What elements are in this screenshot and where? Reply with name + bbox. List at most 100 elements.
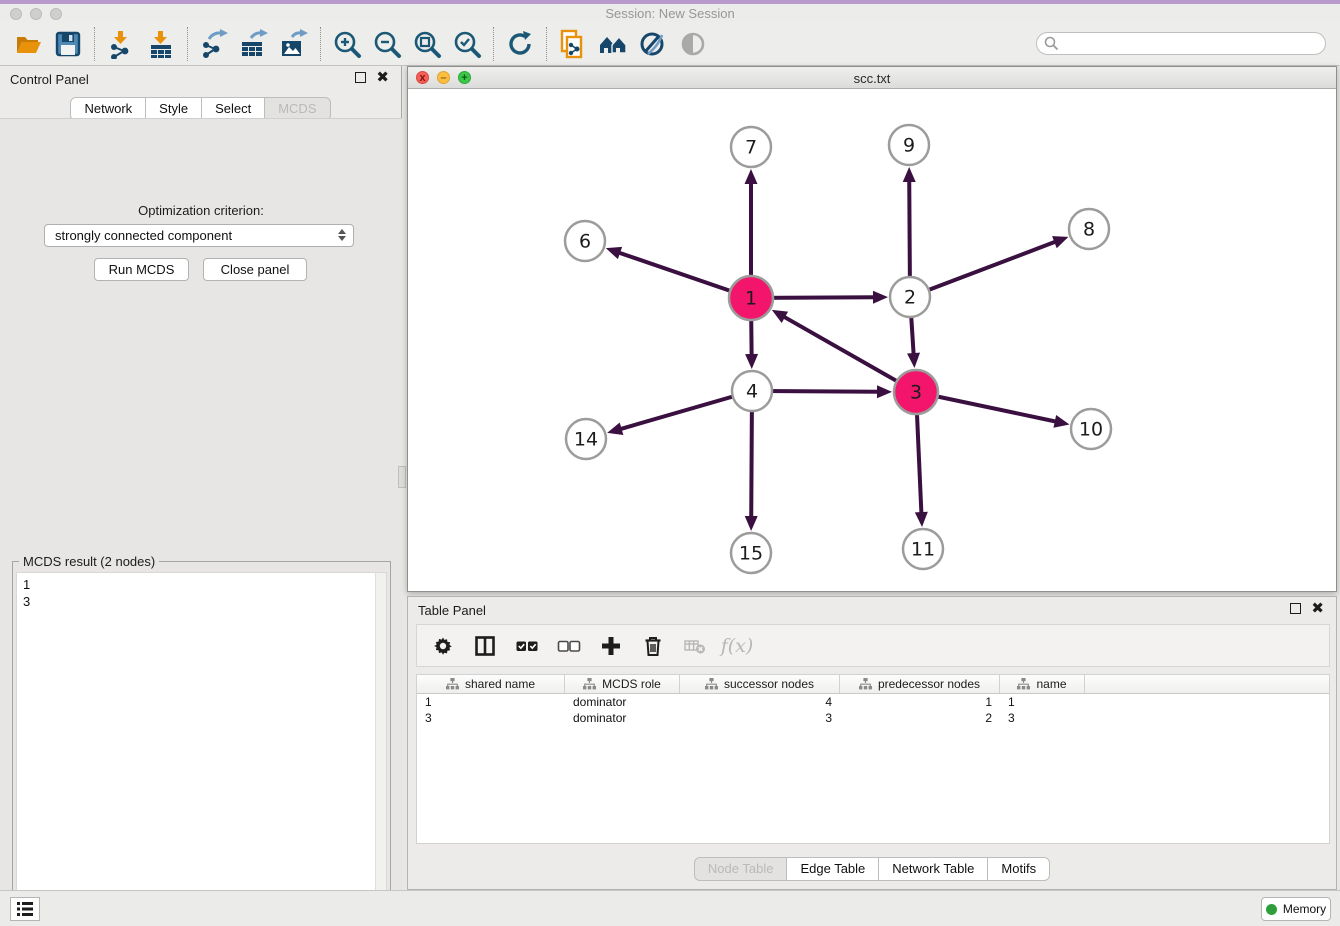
zoom-fit-button[interactable] <box>407 25 447 63</box>
result-scrollbar[interactable] <box>375 573 386 926</box>
export-image-icon <box>279 29 309 59</box>
selected-option: strongly connected component <box>55 228 232 243</box>
edge-arrowhead <box>1052 236 1068 248</box>
network-view-window: x – + scc.txt 7968124314101511 <box>407 66 1337 592</box>
table-cell[interactable]: 2 <box>840 710 1000 726</box>
control-panel-header: Control Panel ✖ <box>0 66 401 92</box>
main-toolbar <box>0 22 1340 66</box>
node-table[interactable]: shared name MCDS rolesuccessor nodesprede… <box>416 674 1330 844</box>
unchecked-boxes-icon <box>557 634 581 658</box>
edge-arrowhead <box>606 247 622 259</box>
optimization-criterion-label: Optimization criterion: <box>0 203 402 218</box>
tab-edge-table[interactable]: Edge Table <box>787 857 879 881</box>
column-header[interactable]: predecessor nodes <box>840 675 1000 693</box>
table-cell[interactable]: 3 <box>680 710 840 726</box>
close-panel-icon[interactable]: ✖ <box>1311 603 1324 614</box>
table-cell[interactable]: 3 <box>417 710 565 726</box>
graph-node-label: 4 <box>746 381 758 403</box>
tab-motifs[interactable]: Motifs <box>988 857 1050 881</box>
home-button[interactable] <box>593 25 633 63</box>
search-input[interactable] <box>1036 32 1326 55</box>
search-field <box>1036 32 1326 55</box>
apply-layout-button[interactable] <box>500 25 540 63</box>
list-icon <box>16 901 34 917</box>
tab-node-table[interactable]: Node Table <box>694 857 788 881</box>
gear-icon <box>431 634 455 658</box>
column-header-label: shared name <box>465 677 535 691</box>
open-folder-icon <box>13 29 43 59</box>
column-header[interactable]: name <box>1000 675 1085 693</box>
table-cell[interactable]: 4 <box>680 694 840 710</box>
delete-table-button[interactable] <box>681 632 709 660</box>
select-all-columns-button[interactable] <box>513 632 541 660</box>
export-network-icon <box>199 29 229 59</box>
float-panel-icon[interactable] <box>355 72 366 83</box>
import-network-button[interactable] <box>101 25 141 63</box>
table-cell[interactable]: dominator <box>565 710 680 726</box>
task-history-button[interactable] <box>10 897 40 921</box>
clone-network-button[interactable] <box>553 25 593 63</box>
memory-button[interactable]: Memory <box>1261 897 1331 921</box>
column-header[interactable]: shared name <box>417 675 565 693</box>
open-session-button[interactable] <box>8 25 48 63</box>
export-network-button[interactable] <box>194 25 234 63</box>
column-type-icon <box>705 678 718 690</box>
save-session-button[interactable] <box>48 25 88 63</box>
table-cell[interactable]: 3 <box>1000 710 1085 726</box>
deselect-all-columns-button[interactable] <box>555 632 583 660</box>
add-column-button[interactable] <box>597 632 625 660</box>
tab-network-table[interactable]: Network Table <box>879 857 988 881</box>
zoom-selected-icon <box>452 29 482 59</box>
import-table-button[interactable] <box>141 25 181 63</box>
toolbar-separator <box>94 27 95 61</box>
table-settings-button[interactable] <box>429 632 457 660</box>
float-panel-icon[interactable] <box>1290 603 1301 614</box>
mcds-result-list[interactable]: 1 3 <box>16 572 387 926</box>
fx-icon: f(x) <box>721 635 754 657</box>
hide-panels-button[interactable] <box>673 25 713 63</box>
column-header[interactable]: successor nodes <box>680 675 840 693</box>
network-window-title: scc.txt <box>408 71 1336 86</box>
style-paint-button[interactable] <box>633 25 673 63</box>
zoom-selected-button[interactable] <box>447 25 487 63</box>
edge-arrowhead <box>745 169 758 184</box>
table-row[interactable]: 1dominator411 <box>417 694 1329 710</box>
table-cell[interactable]: 1 <box>840 694 1000 710</box>
network-window-titlebar[interactable]: x – + scc.txt <box>408 67 1336 89</box>
export-table-button[interactable] <box>234 25 274 63</box>
zoom-out-button[interactable] <box>367 25 407 63</box>
run-mcds-button[interactable]: Run MCDS <box>94 258 189 281</box>
split-view-button[interactable] <box>471 632 499 660</box>
network-canvas[interactable]: 7968124314101511 <box>409 89 1335 591</box>
table-panel: Table Panel ✖ f(x) shared <box>407 596 1337 890</box>
close-panel-button[interactable]: Close panel <box>203 258 307 281</box>
graph-node-label: 14 <box>574 429 598 451</box>
column-header[interactable]: MCDS role <box>565 675 680 693</box>
table-header: shared name MCDS rolesuccessor nodesprede… <box>417 675 1329 694</box>
export-image-button[interactable] <box>274 25 314 63</box>
graph-node-label: 2 <box>904 287 916 309</box>
table-cell[interactable]: 1 <box>417 694 565 710</box>
zoom-out-icon <box>372 29 402 59</box>
close-panel-icon[interactable]: ✖ <box>376 72 389 83</box>
home-icon <box>598 29 628 59</box>
checked-boxes-icon <box>515 634 539 658</box>
edge-arrowhead <box>745 516 758 531</box>
network-graph[interactable]: 7968124314101511 <box>409 89 1335 591</box>
table-cell[interactable]: 1 <box>1000 694 1085 710</box>
memory-status-icon <box>1266 904 1277 915</box>
edge-arrowhead <box>745 354 758 369</box>
edge-arrowhead <box>907 353 920 368</box>
delete-columns-button[interactable] <box>639 632 667 660</box>
panel-splitter-handle[interactable] <box>398 466 406 488</box>
function-builder-button[interactable]: f(x) <box>723 632 751 660</box>
table-cell[interactable]: dominator <box>565 694 680 710</box>
result-line: 3 <box>23 593 30 610</box>
mcds-result-group: MCDS result (2 nodes) 1 3 <box>12 561 391 926</box>
save-icon <box>53 29 83 59</box>
table-row[interactable]: 3dominator323 <box>417 710 1329 726</box>
zoom-in-button[interactable] <box>327 25 367 63</box>
optimization-criterion-select[interactable]: strongly connected component <box>44 224 354 247</box>
edge-2-8[interactable] <box>910 241 1056 297</box>
titlebar: Session: New Session <box>0 4 1340 22</box>
